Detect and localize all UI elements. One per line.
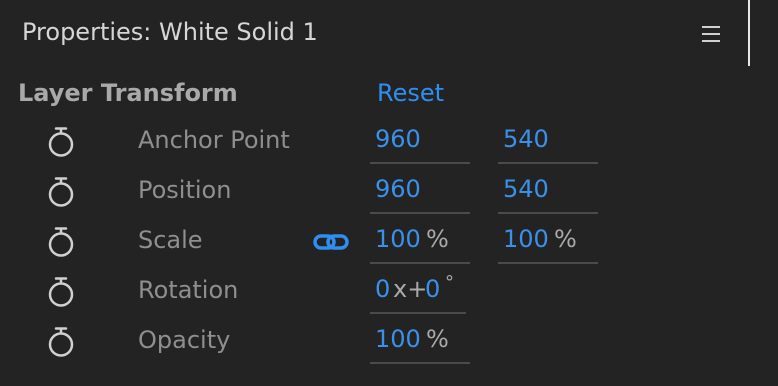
- position-label: Position: [138, 176, 232, 204]
- position-y-value: 540: [503, 175, 549, 203]
- property-row-position: Position 960 540: [0, 172, 778, 222]
- property-row-rotation: Rotation 0 x+ 0 °: [0, 272, 778, 322]
- reset-button[interactable]: Reset: [377, 79, 444, 107]
- opacity-value: 100: [375, 325, 421, 353]
- panel-menu-icon[interactable]: [700, 24, 722, 44]
- stopwatch-icon[interactable]: [46, 226, 76, 258]
- position-x-field[interactable]: 960: [370, 172, 470, 214]
- anchor-point-y-value: 540: [503, 125, 549, 153]
- stopwatch-icon[interactable]: [46, 126, 76, 158]
- panel-title: Properties: White Solid 1: [22, 18, 318, 46]
- rotation-field[interactable]: 0 x+ 0 °: [370, 272, 466, 314]
- scale-y-unit: %: [554, 225, 577, 253]
- opacity-label: Opacity: [138, 326, 231, 354]
- rotation-degrees-value[interactable]: 0: [425, 275, 440, 303]
- scale-x-unit: %: [426, 225, 449, 253]
- stopwatch-icon[interactable]: [46, 326, 76, 358]
- constrain-proportions-link-icon[interactable]: [313, 231, 349, 253]
- anchor-point-x-value: 960: [375, 125, 421, 153]
- property-row-scale: Scale 100 % 100 %: [0, 222, 778, 272]
- scale-y-value: 100: [503, 225, 549, 253]
- stopwatch-icon[interactable]: [46, 276, 76, 308]
- section-title: Layer Transform: [18, 79, 238, 107]
- scale-x-value: 100: [375, 225, 421, 253]
- rotation-label: Rotation: [138, 276, 239, 304]
- panel-divider: [748, 0, 750, 66]
- rotation-revolutions-value[interactable]: 0: [375, 275, 390, 303]
- property-row-anchor-point: Anchor Point 960 540: [0, 122, 778, 172]
- position-y-field[interactable]: 540: [498, 172, 598, 214]
- stopwatch-icon[interactable]: [46, 176, 76, 208]
- anchor-point-y-field[interactable]: 540: [498, 122, 598, 164]
- scale-label: Scale: [138, 226, 203, 254]
- opacity-field[interactable]: 100 %: [370, 322, 470, 364]
- anchor-point-label: Anchor Point: [138, 126, 290, 154]
- anchor-point-x-field[interactable]: 960: [370, 122, 470, 164]
- rotation-separator: x+: [393, 275, 428, 303]
- property-row-opacity: Opacity 100 %: [0, 322, 778, 372]
- position-x-value: 960: [375, 175, 421, 203]
- scale-x-field[interactable]: 100 %: [370, 222, 470, 264]
- scale-y-field[interactable]: 100 %: [498, 222, 598, 264]
- opacity-unit: %: [426, 325, 449, 353]
- rotation-degree-unit: °: [445, 272, 454, 293]
